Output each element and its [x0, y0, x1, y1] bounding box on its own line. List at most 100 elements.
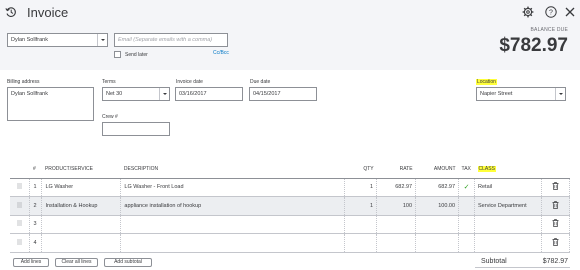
send-later-checkbox[interactable]	[114, 51, 121, 58]
drag-handle-icon	[17, 183, 23, 190]
billing-address-field[interactable]: Dylan Sollfrank	[7, 87, 94, 121]
table-row[interactable]: 4	[10, 233, 571, 253]
header-qty: QTY	[344, 161, 377, 179]
subtotal-value: $782.97	[542, 258, 568, 265]
cell-description[interactable]	[120, 233, 346, 253]
drag-handle-icon	[17, 201, 23, 208]
cell-product[interactable]	[41, 233, 122, 253]
billing-address-label: Billing address	[7, 79, 40, 85]
cell-class[interactable]: Retail	[474, 178, 542, 197]
drag-handle[interactable]	[10, 215, 31, 234]
delete-row-button[interactable]	[541, 178, 571, 197]
header-description: DESCRIPTION	[120, 161, 345, 179]
table-row[interactable]: 3	[10, 215, 571, 234]
cell-description[interactable]: appliance installation of hookup	[120, 196, 346, 216]
crew-number-field[interactable]	[102, 122, 170, 136]
drag-handle-icon	[17, 238, 23, 245]
cell-num: 3	[29, 215, 43, 234]
drag-handle[interactable]	[10, 178, 31, 197]
crew-number-label: Crew #	[102, 114, 118, 120]
terms-label: Terms	[102, 79, 116, 85]
settings-gear-icon[interactable]	[522, 6, 534, 18]
drag-handle[interactable]	[10, 233, 31, 253]
delete-row-button[interactable]	[541, 233, 571, 253]
header-amount: AMOUNT	[415, 161, 459, 179]
help-icon[interactable]: ?	[545, 6, 557, 18]
table-row[interactable]: 2 Installation & Hookup appliance instal…	[10, 196, 571, 216]
cell-class[interactable]	[474, 215, 542, 234]
header-product: PRODUCT/SERVICE	[41, 161, 121, 179]
cell-tax[interactable]	[458, 233, 476, 253]
trash-icon	[552, 182, 559, 191]
cell-rate[interactable]: 682.97	[376, 178, 417, 197]
cell-description[interactable]	[120, 215, 346, 234]
invoice-date-value: 03/16/2017	[179, 91, 207, 97]
cell-num: 2	[29, 196, 43, 216]
drag-handle[interactable]	[10, 196, 31, 216]
customer-select-value: Dylan Sollfrank	[11, 37, 48, 43]
table-row[interactable]: 1 LG Washer LG Washer - Front Load 1 682…	[10, 178, 571, 197]
email-field[interactable]: Email (Separate emails with a comma)	[114, 33, 228, 47]
location-label: Location	[476, 79, 497, 85]
due-date-value: 04/15/2017	[253, 91, 281, 97]
cell-product[interactable]: Installation & Hookup	[41, 196, 122, 216]
email-placeholder: Email (Separate emails with a comma)	[118, 37, 213, 43]
cell-tax[interactable]	[458, 196, 476, 216]
trash-icon	[552, 219, 559, 228]
due-date-field[interactable]: 04/15/2017	[249, 87, 317, 101]
invoice-header: Invoice ? BALANCE DUE $782.97 Dylan Soll…	[0, 0, 580, 70]
location-value: Napier Street	[480, 91, 513, 97]
trash-icon	[552, 238, 559, 246]
billing-address-value: Dylan Sollfrank	[11, 91, 48, 97]
cell-amount[interactable]: 100.00	[415, 196, 460, 216]
header-num: #	[29, 161, 42, 179]
cell-description[interactable]: LG Washer - Front Load	[120, 178, 346, 197]
send-later-label: Send later	[125, 52, 148, 58]
cell-rate[interactable]: 100	[376, 196, 417, 216]
cell-qty[interactable]	[344, 233, 378, 253]
clear-all-lines-button[interactable]: Clear all lines	[55, 258, 98, 267]
cell-class[interactable]: Service Department	[474, 196, 542, 216]
cell-amount[interactable]	[415, 233, 460, 253]
cell-qty[interactable]	[344, 215, 378, 234]
subtotal-label: Subtotal	[481, 258, 507, 265]
cell-qty[interactable]: 1	[344, 196, 378, 216]
tax-checkmark-icon: ✓	[463, 184, 470, 192]
header-class-text: CLASS	[477, 166, 496, 173]
cell-product[interactable]	[41, 215, 122, 234]
delete-row-button[interactable]	[541, 196, 571, 216]
location-select[interactable]: Napier Street	[476, 87, 566, 101]
header-tax: TAX	[458, 161, 475, 179]
close-icon[interactable]	[564, 6, 576, 18]
cell-rate[interactable]	[376, 215, 417, 234]
terms-select[interactable]: Net 30	[102, 87, 170, 101]
cell-qty[interactable]: 1	[344, 178, 378, 197]
invoice-date-field[interactable]: 03/16/2017	[175, 87, 243, 101]
cell-tax[interactable]	[458, 215, 476, 234]
cell-amount[interactable]	[415, 215, 460, 234]
balance-due-amount: $782.97	[499, 35, 568, 56]
cell-num: 4	[29, 233, 43, 253]
location-label-text: Location	[476, 79, 497, 85]
recent-history-icon[interactable]	[5, 6, 17, 18]
delete-row-button[interactable]	[541, 215, 571, 234]
cc-bcc-link[interactable]: Cc/Bcc	[213, 50, 229, 56]
terms-value: Net 30	[106, 91, 123, 97]
cell-tax[interactable]: ✓	[458, 178, 476, 197]
add-lines-button[interactable]: Add lines	[13, 258, 49, 267]
due-date-label: Due date	[250, 79, 271, 85]
drag-handle-icon	[17, 220, 23, 227]
trash-icon	[552, 201, 559, 209]
add-subtotal-button[interactable]: Add subtotal	[104, 258, 152, 267]
header-rate: RATE	[376, 161, 416, 179]
cell-amount[interactable]: 682.97	[415, 178, 460, 197]
cell-product[interactable]: LG Washer	[41, 178, 122, 197]
customer-select[interactable]: Dylan Sollfrank	[7, 33, 108, 47]
cell-rate[interactable]	[376, 233, 417, 253]
chevron-down-icon	[555, 88, 565, 100]
line-items-table: # PRODUCT/SERVICE DESCRIPTION QTY RATE A…	[10, 161, 571, 253]
cell-num: 1	[29, 178, 43, 197]
page-title: Invoice	[27, 5, 69, 20]
chevron-down-icon	[97, 34, 107, 46]
cell-class[interactable]	[474, 233, 542, 253]
